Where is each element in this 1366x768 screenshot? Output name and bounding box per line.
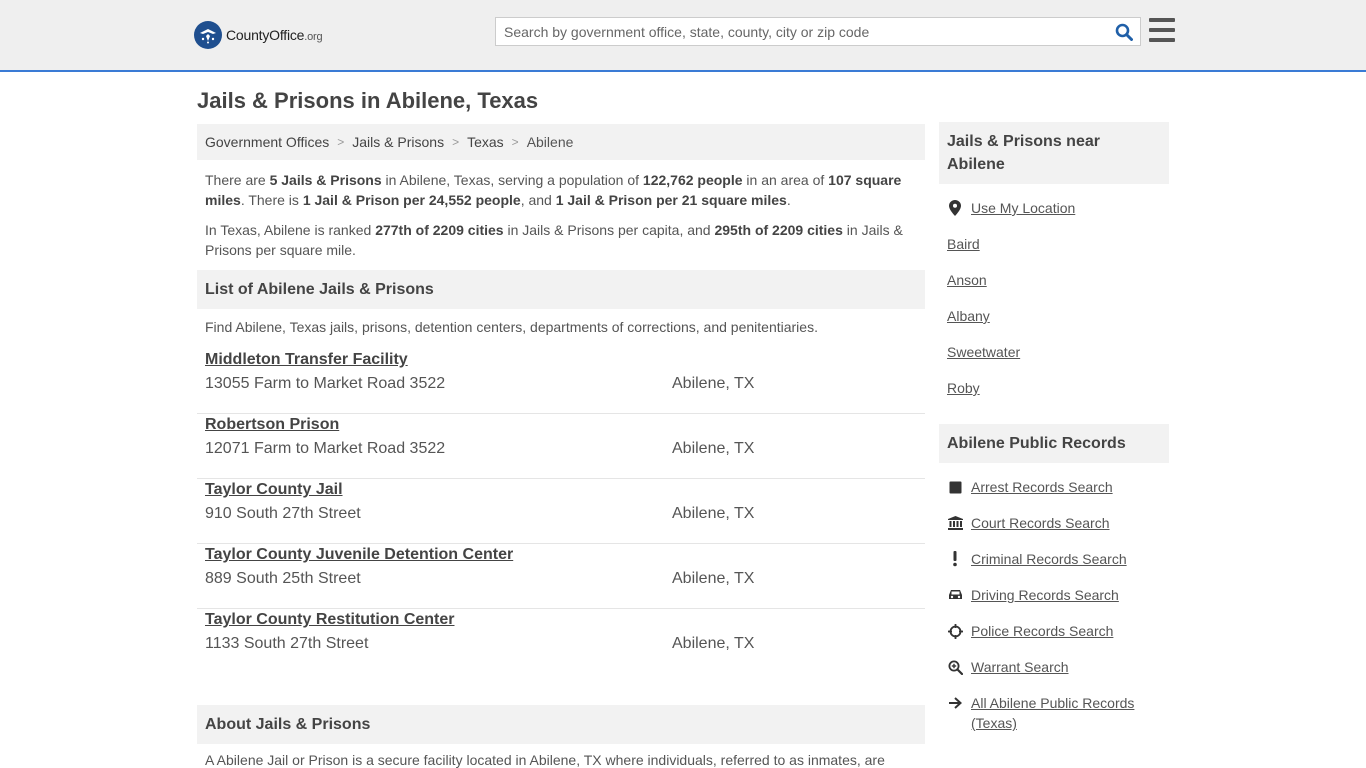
- intro-ranking: In Texas, Abilene is ranked 277th of 220…: [205, 222, 903, 258]
- records-item: Warrant Search: [939, 651, 1169, 687]
- list-item: Robertson Prison 12071 Farm to Market Ro…: [197, 414, 925, 479]
- search-bar: [495, 17, 1141, 46]
- logo-text: CountyOffice.org: [226, 27, 323, 43]
- logo-emblem-icon: [194, 21, 222, 49]
- facility-link[interactable]: Taylor County Jail: [205, 481, 343, 499]
- magnifier-icon: [947, 659, 963, 675]
- list-item: Taylor County Jail 910 South 27th Street…: [197, 479, 925, 544]
- square-icon: [947, 479, 963, 495]
- facility-address: 1133 South 27th Street: [205, 635, 369, 652]
- nearby-heading: Jails & Prisons near Abilene: [939, 122, 1169, 184]
- hamburger-menu-icon[interactable]: [1149, 18, 1175, 42]
- map-pin-icon: [947, 200, 963, 216]
- records-item: Driving Records Search: [939, 579, 1169, 615]
- facility-list: Middleton Transfer Facility 13055 Farm t…: [197, 349, 925, 674]
- nearby-city-item: Albany: [939, 300, 1169, 336]
- crosshair-icon: [947, 623, 963, 639]
- search-icon: [1115, 23, 1133, 41]
- facility-address: 12071 Farm to Market Road 3522: [205, 440, 446, 457]
- driving-records-link[interactable]: Driving Records Search: [971, 587, 1119, 603]
- nearby-city-item: Anson: [939, 264, 1169, 300]
- records-item: Police Records Search: [939, 615, 1169, 651]
- facility-address: 13055 Farm to Market Road 3522: [205, 375, 446, 392]
- court-records-link[interactable]: Court Records Search: [971, 515, 1110, 531]
- facility-link[interactable]: Robertson Prison: [205, 416, 339, 434]
- nearby-city-link[interactable]: Albany: [947, 308, 990, 324]
- use-location-item: Use My Location: [939, 192, 1169, 228]
- facility-city: Abilene, TX: [672, 505, 755, 522]
- sidebar: Jails & Prisons near Abilene Use My Loca…: [939, 122, 1169, 747]
- list-description: Find Abilene, Texas jails, prisons, dete…: [205, 319, 818, 335]
- main-content: Government Offices > Jails & Prisons > T…: [197, 124, 925, 768]
- list-heading: List of Abilene Jails & Prisons: [197, 270, 925, 309]
- list-item: Middleton Transfer Facility 13055 Farm t…: [197, 349, 925, 414]
- list-item: Taylor County Juvenile Detention Center …: [197, 544, 925, 609]
- facility-address: 910 South 27th Street: [205, 505, 361, 522]
- nearby-city-item: Roby: [939, 372, 1169, 408]
- facility-city: Abilene, TX: [672, 570, 755, 587]
- nearby-list: Use My Location Baird Anson Albany Sweet…: [939, 184, 1169, 408]
- warrant-search-link[interactable]: Warrant Search: [971, 659, 1069, 675]
- arrow-right-icon: [947, 695, 963, 711]
- nearby-city-item: Baird: [939, 228, 1169, 264]
- intro-summary: There are 5 Jails & Prisons in Abilene, …: [205, 172, 902, 208]
- public-records-panel: Abilene Public Records Arrest Records Se…: [939, 424, 1169, 747]
- list-item: Taylor County Restitution Center 1133 So…: [197, 609, 925, 674]
- about-heading: About Jails & Prisons: [197, 705, 925, 744]
- search-input[interactable]: [496, 18, 1108, 45]
- site-logo[interactable]: CountyOffice.org: [194, 20, 323, 50]
- nearby-city-item: Sweetwater: [939, 336, 1169, 372]
- breadcrumb-item-texas[interactable]: Texas: [467, 134, 504, 150]
- page-title: Jails & Prisons in Abilene, Texas: [197, 88, 539, 113]
- facility-address: 889 South 25th Street: [205, 570, 361, 587]
- facility-link[interactable]: Taylor County Restitution Center: [205, 611, 455, 629]
- facility-city: Abilene, TX: [672, 375, 755, 392]
- nearby-city-link[interactable]: Sweetwater: [947, 344, 1020, 360]
- breadcrumb-separator-icon: >: [337, 135, 345, 149]
- breadcrumb-separator-icon: >: [511, 135, 519, 149]
- site-header: CountyOffice.org: [0, 0, 1366, 72]
- breadcrumb-item-jails-prisons[interactable]: Jails & Prisons: [352, 134, 444, 150]
- courthouse-icon: [947, 515, 963, 531]
- search-button[interactable]: [1108, 18, 1140, 45]
- breadcrumb-item-abilene: Abilene: [526, 134, 574, 150]
- breadcrumb-separator-icon: >: [452, 135, 460, 149]
- intro-text: There are 5 Jails & Prisons in Abilene, …: [197, 160, 925, 260]
- facility-link[interactable]: Taylor County Juvenile Detention Center: [205, 546, 513, 564]
- police-records-link[interactable]: Police Records Search: [971, 623, 1113, 639]
- breadcrumb: Government Offices > Jails & Prisons > T…: [197, 124, 925, 160]
- records-item: Criminal Records Search: [939, 543, 1169, 579]
- criminal-records-link[interactable]: Criminal Records Search: [971, 551, 1127, 567]
- use-location-link[interactable]: Use My Location: [971, 200, 1075, 216]
- exclamation-icon: [947, 551, 963, 567]
- records-item: Court Records Search: [939, 507, 1169, 543]
- arrest-records-link[interactable]: Arrest Records Search: [971, 479, 1113, 495]
- about-text: A Abilene Jail or Prison is a secure fac…: [205, 752, 885, 768]
- nearby-city-link[interactable]: Anson: [947, 272, 987, 288]
- facility-city: Abilene, TX: [672, 635, 755, 652]
- breadcrumb-item-government-offices[interactable]: Government Offices: [205, 134, 329, 150]
- all-public-records-link[interactable]: All Abilene Public Records (Texas): [971, 693, 1169, 733]
- nearby-city-link[interactable]: Baird: [947, 236, 980, 252]
- facility-link[interactable]: Middleton Transfer Facility: [205, 351, 408, 369]
- records-item: All Abilene Public Records (Texas): [939, 687, 1169, 747]
- nearby-city-link[interactable]: Roby: [947, 380, 980, 396]
- facility-city: Abilene, TX: [672, 440, 755, 457]
- records-heading: Abilene Public Records: [939, 424, 1169, 463]
- records-item: Arrest Records Search: [939, 471, 1169, 507]
- records-list: Arrest Records Search Court Records Sear…: [939, 463, 1169, 747]
- car-icon: [947, 587, 963, 603]
